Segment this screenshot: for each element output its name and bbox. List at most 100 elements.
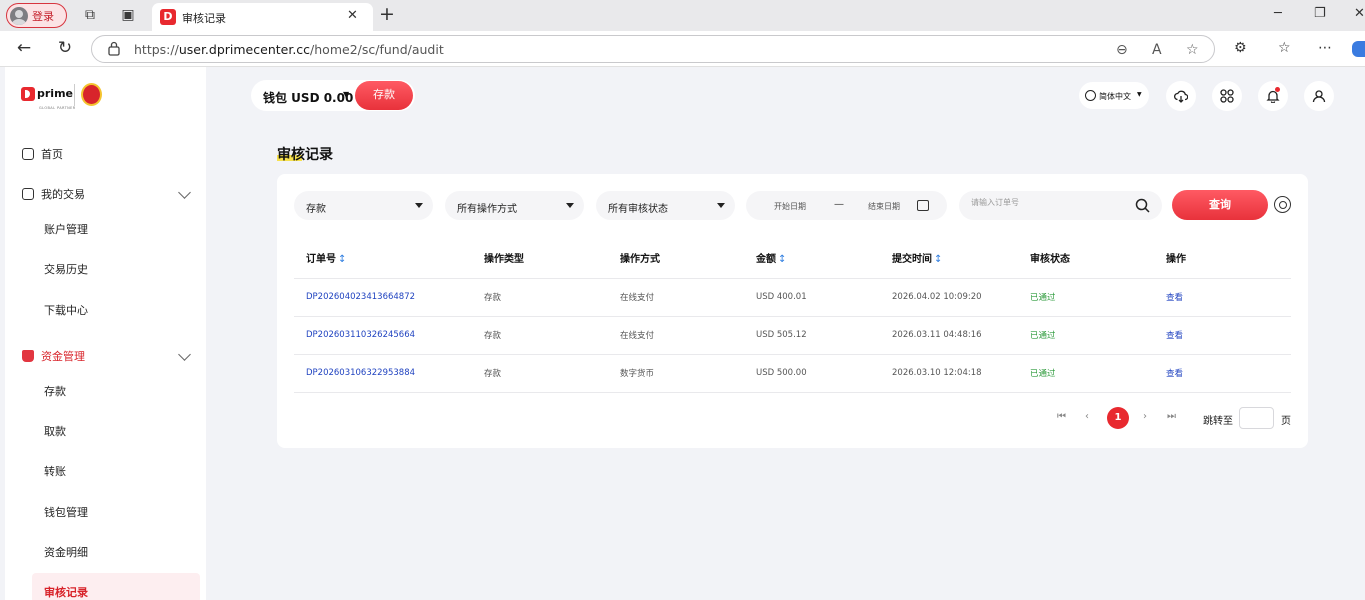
- zoom-icon[interactable]: ⊖: [1116, 42, 1128, 58]
- favorites-icon[interactable]: ☆: [1278, 40, 1291, 56]
- workspaces-icon[interactable]: ⧉: [81, 6, 99, 24]
- sidebar-item-withdraw[interactable]: 取款: [44, 423, 66, 439]
- url-text: https://user.dprimecenter.cc/home2/sc/fu…: [134, 42, 444, 57]
- status-badge: 已通过: [1018, 278, 1154, 317]
- operation-type-select[interactable]: 存款: [294, 191, 433, 220]
- search-icon[interactable]: [1135, 198, 1150, 213]
- audit-records-card: 存款 所有操作方式 所有审核状态 开始日期 — 结束日期 查询 订单号↕ 操作类…: [277, 174, 1308, 448]
- first-page-icon[interactable]: ⏮: [1057, 411, 1066, 422]
- wallet-balance: 钱包 USD 0.00: [263, 91, 354, 105]
- lock-icon: [108, 41, 120, 56]
- start-date-field[interactable]: 开始日期: [774, 201, 806, 212]
- download-button[interactable]: [1166, 81, 1196, 111]
- copilot-icon[interactable]: [1352, 41, 1365, 57]
- sidebar-item-my-trading[interactable]: 我的交易: [22, 186, 85, 202]
- user-icon: [1312, 90, 1326, 103]
- language-selector[interactable]: 简体中文 ▼: [1079, 82, 1149, 109]
- audit-status-select[interactable]: 所有审核状态: [596, 191, 735, 220]
- sort-icon[interactable]: ↕: [778, 254, 786, 265]
- pagination: ⏮ ‹ 1 › ⏭ 跳转至 页: [1057, 406, 1297, 430]
- sidebar-item-deposit[interactable]: 存款: [44, 383, 66, 399]
- extensions-icon[interactable]: ⚙: [1234, 40, 1247, 56]
- caret-down-icon: ▼: [1137, 91, 1142, 98]
- last-page-icon[interactable]: ⏭: [1167, 411, 1176, 422]
- notifications-button[interactable]: [1258, 81, 1288, 111]
- cloud-download-icon: [1174, 90, 1188, 103]
- table-row: DP202603110326245664 存款 在线支付 USD 505.12 …: [294, 316, 1291, 355]
- table-row: DP202603106322953884 存款 数字货币 USD 500.00 …: [294, 354, 1291, 393]
- home-icon: [22, 148, 34, 160]
- restore-icon[interactable]: ❐: [1314, 6, 1326, 21]
- column-type: 操作类型: [472, 238, 608, 279]
- jump-page-input[interactable]: [1239, 407, 1274, 429]
- sidebar-item-funds[interactable]: 资金管理: [22, 348, 85, 364]
- url-field[interactable]: https://user.dprimecenter.cc/home2/sc/fu…: [91, 35, 1215, 63]
- view-link[interactable]: 查看: [1154, 354, 1291, 393]
- apps-button[interactable]: [1212, 81, 1242, 111]
- chevron-down-icon[interactable]: [178, 186, 191, 199]
- refresh-icon[interactable]: ↻: [55, 38, 75, 58]
- close-window-icon[interactable]: ✕: [1354, 6, 1365, 21]
- sort-icon[interactable]: ↕: [934, 254, 942, 265]
- column-time[interactable]: 提交时间 ↕: [880, 238, 1018, 279]
- address-toolbar: ← ↻ https://user.dprimecenter.cc/home2/s…: [0, 31, 1365, 67]
- read-aloud-icon[interactable]: A: [1152, 42, 1162, 58]
- query-button[interactable]: 查询: [1172, 190, 1268, 220]
- jump-to-label: 跳转至: [1203, 416, 1233, 427]
- end-date-field[interactable]: 结束日期: [868, 201, 900, 212]
- current-page-button[interactable]: 1: [1107, 407, 1129, 429]
- close-tab-icon[interactable]: ✕: [347, 8, 358, 23]
- calendar-icon[interactable]: [917, 200, 929, 211]
- logo-mark-icon: [21, 87, 35, 101]
- column-method: 操作方式: [608, 238, 744, 279]
- submit-time: 2026.04.02 10:09:20: [880, 278, 1018, 317]
- sidebar-item-account-management[interactable]: 账户管理: [44, 221, 88, 237]
- sidebar-item-fund-details[interactable]: 资金明细: [44, 544, 88, 560]
- trading-icon: [22, 188, 34, 200]
- sidebar-item-trade-history[interactable]: 交易历史: [44, 261, 88, 277]
- sidebar-item-download-center[interactable]: 下载中心: [44, 302, 88, 318]
- sort-icon[interactable]: ↕: [338, 254, 346, 265]
- caret-down-icon: [717, 203, 725, 208]
- column-order[interactable]: 订单号 ↕: [294, 238, 472, 279]
- operation-method-select[interactable]: 所有操作方式: [445, 191, 584, 220]
- caret-down-icon: [566, 203, 574, 208]
- chevron-down-icon[interactable]: [178, 348, 191, 361]
- audit-table: 订单号 ↕ 操作类型 操作方式 金额 ↕ 提交时间 ↕ 审核状态 操作 DP20260…: [294, 238, 1291, 393]
- caret-down-icon: ▼: [343, 90, 350, 99]
- next-page-icon[interactable]: ›: [1143, 411, 1147, 422]
- order-number-input[interactable]: [971, 198, 1121, 207]
- settings-icon[interactable]: [1274, 196, 1291, 213]
- minimize-icon[interactable]: ─: [1274, 6, 1282, 21]
- browser-tab-bar: 登录 ⧉ ▣ D 审核记录 ✕ + ─ ❐ ✕: [0, 0, 1365, 31]
- deposit-button[interactable]: 存款: [355, 81, 413, 110]
- submit-time: 2026.03.11 04:48:16: [880, 316, 1018, 355]
- new-tab-icon[interactable]: +: [379, 3, 395, 25]
- operation-type: 存款: [472, 278, 608, 317]
- order-number[interactable]: DP202603106322953884: [294, 354, 472, 393]
- order-number[interactable]: DP202604023413664872: [294, 278, 472, 317]
- tab-audit-records[interactable]: D 审核记录 ✕: [152, 3, 373, 31]
- tab-actions-icon[interactable]: ▣: [119, 6, 137, 24]
- column-amount[interactable]: 金额 ↕: [744, 238, 880, 279]
- user-profile-button[interactable]: [1304, 81, 1334, 111]
- back-icon[interactable]: ←: [14, 38, 34, 58]
- avatar-icon: [10, 6, 28, 25]
- partner-crest-icon: [81, 83, 102, 106]
- sidebar-item-wallet-management[interactable]: 钱包管理: [44, 504, 88, 520]
- prev-page-icon[interactable]: ‹: [1085, 411, 1089, 422]
- sidebar-item-audit-records[interactable]: 审核记录: [32, 573, 200, 600]
- sidebar-item-home[interactable]: 首页: [22, 146, 63, 162]
- view-link[interactable]: 查看: [1154, 278, 1291, 317]
- profile-login-button[interactable]: 登录: [6, 3, 67, 28]
- page-unit-label: 页: [1281, 416, 1291, 427]
- column-action: 操作: [1154, 238, 1291, 279]
- date-range-picker[interactable]: 开始日期 — 结束日期: [746, 191, 947, 220]
- tab-title: 审核记录: [182, 12, 226, 25]
- order-number[interactable]: DP202603110326245664: [294, 316, 472, 355]
- more-options-icon[interactable]: ⋯: [1318, 40, 1332, 56]
- favorite-star-icon[interactable]: ☆: [1186, 42, 1199, 58]
- view-link[interactable]: 查看: [1154, 316, 1291, 355]
- operation-method: 数字货币: [608, 354, 744, 393]
- sidebar-item-transfer[interactable]: 转账: [44, 463, 66, 479]
